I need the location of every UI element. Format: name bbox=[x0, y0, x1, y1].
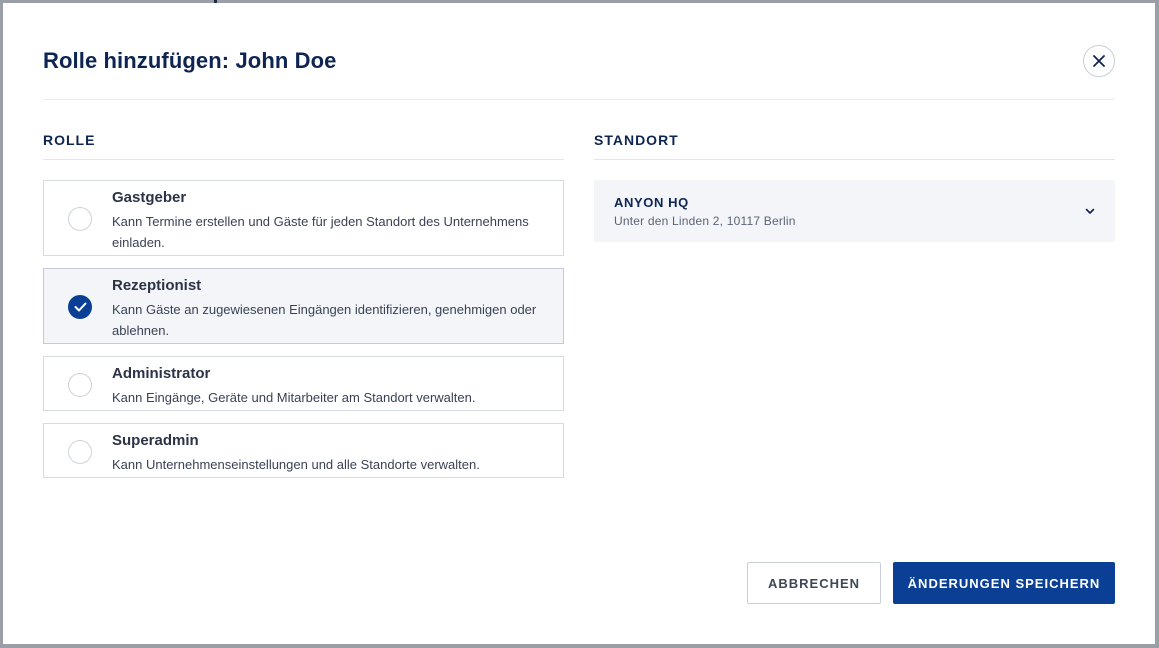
role-title: Administrator bbox=[112, 365, 211, 382]
role-description: Kann Unternehmenseinstellungen und alle … bbox=[112, 457, 480, 472]
role-option-rezeptionist[interactable]: Rezeptionist Kann Gäste an zugewiesenen … bbox=[43, 268, 564, 344]
dialog-header: Rolle hinzufügen: John Doe bbox=[43, 3, 1115, 100]
location-section-divider bbox=[594, 159, 1115, 160]
role-section-divider bbox=[43, 159, 564, 160]
radio-button[interactable] bbox=[68, 440, 92, 464]
check-icon bbox=[74, 302, 86, 312]
role-title: Gastgeber bbox=[112, 189, 187, 206]
cancel-button[interactable]: ABBRECHEN bbox=[747, 562, 881, 604]
role-description: Kann Gäste an zugewiesenen Eingängen ide… bbox=[112, 302, 537, 338]
radio-button[interactable] bbox=[68, 373, 92, 397]
role-description: Kann Eingänge, Geräte und Mitarbeiter am… bbox=[112, 390, 476, 405]
role-option-gastgeber[interactable]: Gastgeber Kann Termine erstellen und Gäs… bbox=[43, 180, 564, 256]
location-select[interactable]: ANYON HQ Unter den Linden 2, 10117 Berli… bbox=[594, 180, 1115, 242]
add-role-dialog: Rolle hinzufügen: John Doe ROLLE Gastgeb… bbox=[3, 3, 1155, 644]
save-changes-button[interactable]: ÄNDERUNGEN SPEICHERN bbox=[893, 562, 1115, 604]
close-button[interactable] bbox=[1083, 45, 1115, 77]
location-address: Unter den Linden 2, 10117 Berlin bbox=[614, 214, 796, 228]
role-title: Rezeptionist bbox=[112, 277, 202, 294]
dialog-title: Rolle hinzufügen: John Doe bbox=[43, 48, 337, 73]
role-option-administrator[interactable]: Administrator Kann Eingänge, Geräte und … bbox=[43, 356, 564, 411]
close-icon bbox=[1093, 55, 1105, 67]
chevron-down-icon[interactable] bbox=[1084, 205, 1096, 217]
radio-button-checked[interactable] bbox=[68, 295, 92, 319]
role-section-label: ROLLE bbox=[43, 132, 96, 148]
radio-button[interactable] bbox=[68, 207, 92, 231]
role-option-superadmin[interactable]: Superadmin Kann Unternehmenseinstellunge… bbox=[43, 423, 564, 478]
role-title: Superadmin bbox=[112, 432, 199, 449]
role-description: Kann Termine erstellen und Gäste für jed… bbox=[112, 214, 529, 250]
location-section-label: STANDORT bbox=[594, 132, 679, 148]
location-name: ANYON HQ bbox=[614, 195, 689, 210]
